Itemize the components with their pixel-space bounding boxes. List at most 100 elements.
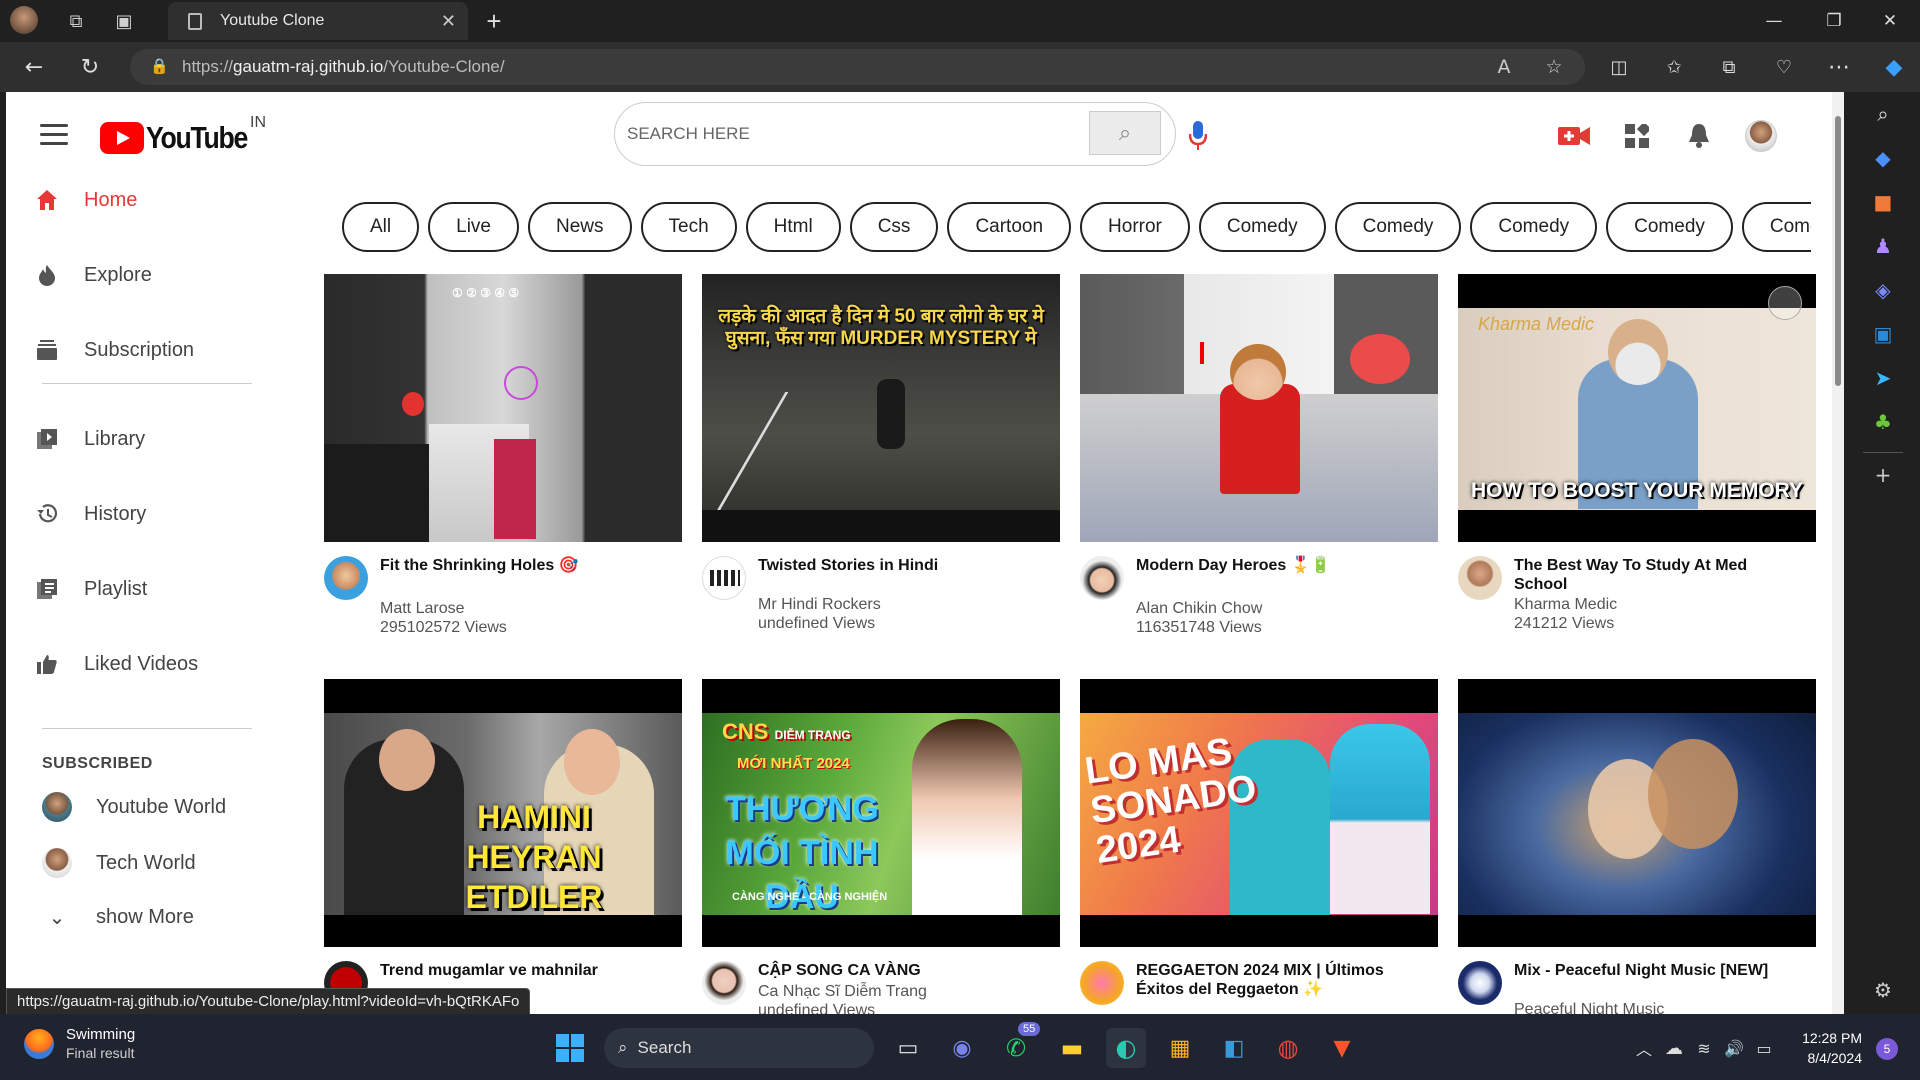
search-input[interactable] — [627, 117, 1077, 151]
category-chip[interactable]: Live — [428, 202, 519, 252]
notification-count-badge[interactable]: 5 — [1876, 1038, 1898, 1060]
tools-icon[interactable]: ■ — [1846, 180, 1920, 224]
sidebar-item-subscription[interactable]: Subscription — [36, 330, 256, 370]
category-chip[interactable]: Comedy — [1741, 202, 1811, 252]
edge-browser-icon[interactable]: ◐ — [1106, 1028, 1146, 1068]
user-avatar[interactable] — [1739, 114, 1783, 158]
channel-avatar[interactable] — [324, 556, 368, 600]
split-screen-icon[interactable]: ◫ — [1597, 42, 1641, 92]
video-thumbnail[interactable] — [1458, 679, 1816, 947]
video-title[interactable]: Mix - Peaceful Night Music [NEW] — [1514, 961, 1774, 980]
workspaces-icon[interactable]: ⧉ — [56, 0, 96, 42]
outlook-icon[interactable]: ▣ — [1846, 312, 1920, 356]
category-chip[interactable]: Cartoon — [947, 202, 1072, 252]
whatsapp-icon[interactable]: ✆ 55 — [996, 1022, 1041, 1068]
chrome-icon[interactable]: ◍ — [1268, 1028, 1308, 1068]
youtube-logo[interactable]: YouTube IN — [100, 114, 266, 156]
sidebar-item-playlist[interactable]: Playlist — [36, 569, 256, 609]
notifications-bell-icon[interactable] — [1677, 114, 1721, 158]
back-icon[interactable]: ← — [12, 42, 56, 92]
category-chip[interactable]: Comedy — [1198, 202, 1326, 252]
video-title[interactable]: Trend mugamlar ve mahnilar — [380, 961, 640, 980]
apps-grid-icon[interactable] — [1615, 114, 1659, 158]
microsoft-store-icon[interactable]: ▦ — [1160, 1028, 1200, 1068]
read-aloud-icon[interactable]: A — [1484, 49, 1524, 85]
video-thumbnail[interactable]: लड़के की आदत है दिन मे 50 बार लोगो के घर… — [702, 274, 1060, 542]
task-view-icon[interactable]: ▭ — [888, 1028, 928, 1068]
category-chip[interactable]: Comedy — [1334, 202, 1462, 252]
collections-icon[interactable]: ⧉ — [1707, 42, 1751, 92]
video-title[interactable]: Modern Day Heroes 🎖️🔋 — [1136, 556, 1396, 575]
browser-essentials-icon[interactable]: ♡ — [1762, 42, 1806, 92]
create-video-icon[interactable] — [1552, 114, 1596, 158]
video-card[interactable]: HAMINI HEYRAN ETDILER Trend mugamlar ve … — [324, 679, 682, 1005]
category-chip[interactable]: Css — [849, 202, 939, 252]
channel-avatar[interactable] — [1458, 961, 1502, 1005]
video-card[interactable]: Modern Day Heroes 🎖️🔋 Alan Chikin Chow 1… — [1080, 274, 1438, 636]
lens-icon[interactable] — [1768, 286, 1802, 320]
category-chip[interactable]: Comedy — [1606, 202, 1733, 252]
subscription-youtube-world[interactable]: Youtube World — [42, 792, 226, 822]
battery-icon[interactable]: ▭ — [1744, 1028, 1784, 1068]
category-chip[interactable]: News — [527, 202, 632, 252]
video-thumbnail[interactable]: HAMINI HEYRAN ETDILER — [324, 679, 682, 947]
file-explorer-icon[interactable]: ▬ — [1052, 1028, 1092, 1068]
channel-avatar[interactable] — [1080, 961, 1124, 1005]
clock[interactable]: 12:28 PM 8/4/2024 — [1790, 1028, 1862, 1068]
channel-avatar[interactable] — [1458, 556, 1502, 600]
shopping-tag-icon[interactable]: ◆ — [1846, 136, 1920, 180]
copilot-icon[interactable]: ◈ — [1846, 268, 1920, 312]
sidebar-item-history[interactable]: History — [36, 494, 256, 534]
page-scrollbar[interactable] — [1832, 92, 1844, 1014]
menu-icon[interactable] — [40, 124, 68, 146]
sidebar-item-explore[interactable]: Explore — [36, 255, 256, 295]
games-icon[interactable]: ♟ — [1846, 224, 1920, 268]
video-title[interactable]: CẬP SONG CA VÀNG — [758, 961, 1018, 980]
video-thumbnail[interactable]: CNS DIỄM TRANG MỚI NHẤT 2024 THƯƠNG MỐI … — [702, 679, 1060, 947]
video-title[interactable]: Twisted Stories in Hindi — [758, 556, 1018, 575]
video-thumbnail[interactable]: Kharma Medic HOW TO BOOST YOUR MEMORY — [1458, 274, 1816, 542]
scrollbar-thumb[interactable] — [1835, 116, 1841, 386]
tab-actions-icon[interactable]: ▣ — [104, 0, 144, 42]
favorites-icon[interactable]: ✩ — [1652, 42, 1696, 92]
video-title[interactable]: REGGAETON 2024 MIX | Últimos Éxitos del … — [1136, 961, 1396, 999]
subscription-tech-world[interactable]: Tech World — [42, 848, 196, 878]
category-chip[interactable]: Html — [745, 202, 841, 252]
weather-widget[interactable]: Swimming Final result — [24, 1026, 135, 1061]
send-icon[interactable]: ➤ — [1846, 356, 1920, 400]
copilot-icon[interactable]: ◆ — [1872, 42, 1916, 92]
address-bar[interactable]: 🔒 https://gauatm-raj.github.io/Youtube-C… — [130, 49, 1585, 85]
windows-start-icon[interactable] — [550, 1028, 590, 1068]
browser-tab[interactable]: Youtube Clone ✕ — [168, 2, 468, 40]
video-card[interactable]: Mix - Peaceful Night Music [NEW] Peacefu… — [1458, 679, 1816, 1014]
settings-gear-icon[interactable]: ⚙ — [1846, 968, 1920, 1012]
video-card[interactable]: लड़के की आदत है दिन मे 50 बार लोगो के घर… — [702, 274, 1060, 632]
teams-icon[interactable]: ◉ — [942, 1028, 982, 1068]
video-title[interactable]: Fit the Shrinking Holes 🎯 — [380, 556, 640, 575]
show-more-button[interactable]: ⌄ show More — [42, 905, 194, 929]
search-icon[interactable]: ⌕ — [1846, 92, 1920, 136]
minimize-button[interactable]: — — [1744, 0, 1804, 42]
taskbar-search[interactable]: ⌕ Search — [604, 1028, 874, 1068]
close-window-button[interactable]: ✕ — [1860, 0, 1920, 42]
refresh-icon[interactable]: ↻ — [68, 42, 112, 92]
video-card[interactable]: LO MAS SONADO 2024 REGGAETON 2024 MIX | … — [1080, 679, 1438, 1005]
category-chip[interactable]: Tech — [640, 202, 737, 252]
video-thumbnail[interactable]: LO MAS SONADO 2024 — [1080, 679, 1438, 947]
tree-icon[interactable]: ♣ — [1846, 400, 1920, 444]
search-button[interactable]: ⌕ — [1089, 111, 1161, 155]
channel-avatar[interactable] — [702, 556, 746, 600]
category-chip[interactable]: Comedy — [1470, 202, 1598, 252]
close-tab-icon[interactable]: ✕ — [441, 11, 456, 32]
channel-avatar[interactable] — [1080, 556, 1124, 600]
video-card[interactable]: Kharma Medic HOW TO BOOST YOUR MEMORY Th… — [1458, 274, 1816, 632]
video-card[interactable]: ① ② ③ ④ ⑤ Fit the Shrinking Holes 🎯 Matt… — [324, 274, 682, 636]
video-title[interactable]: The Best Way To Study At Med School — [1514, 556, 1774, 594]
more-menu-icon[interactable]: ⋯ — [1817, 42, 1861, 92]
restore-button[interactable]: ❐ — [1804, 0, 1864, 42]
brave-icon[interactable]: ▼ — [1322, 1028, 1362, 1068]
mic-icon[interactable] — [1176, 114, 1220, 158]
sidebar-item-home[interactable]: Home — [36, 180, 256, 220]
category-chip[interactable]: All — [342, 202, 420, 252]
add-icon[interactable]: + — [1846, 453, 1920, 497]
